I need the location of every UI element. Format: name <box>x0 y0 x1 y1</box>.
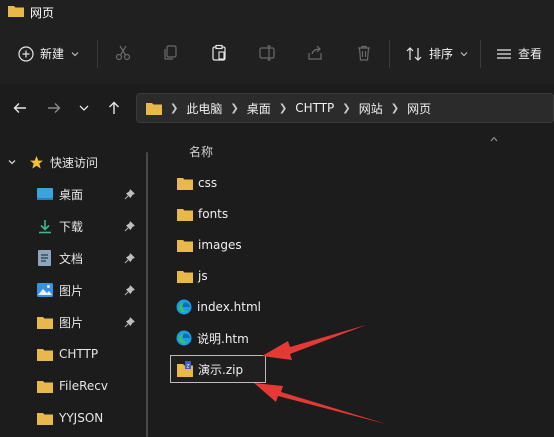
view-button[interactable]: 查看 <box>496 45 542 62</box>
star-icon <box>29 155 44 169</box>
file-row-yanshi-zip[interactable]: z 演示.zip <box>170 355 266 383</box>
view-label: 查看 <box>518 47 543 61</box>
file-name: js <box>198 269 208 283</box>
picture-icon <box>37 283 53 297</box>
download-icon <box>39 219 51 233</box>
file-row-fonts[interactable]: fonts <box>170 200 550 228</box>
up-arrow-icon[interactable] <box>106 100 122 116</box>
document-icon <box>38 250 51 266</box>
toolbar-divider <box>97 40 98 68</box>
pin-icon[interactable] <box>124 188 135 200</box>
sidebar-item-label: 图片 <box>59 315 84 330</box>
file-name: images <box>198 238 242 252</box>
file-row-js[interactable]: js <box>170 262 550 290</box>
sidebar-item-label: 快速访问 <box>50 155 99 170</box>
pin-icon[interactable] <box>124 316 135 328</box>
view-list-icon <box>497 48 511 59</box>
zip-icon: z <box>177 361 193 377</box>
folder-icon <box>37 348 53 361</box>
pin-icon[interactable] <box>124 284 135 296</box>
file-row-shuoming-htm[interactable]: 说明.htm <box>170 324 550 352</box>
share-icon[interactable] <box>306 44 324 62</box>
folder-icon <box>177 239 193 252</box>
new-label: 新建 <box>40 47 65 61</box>
file-name: fonts <box>198 207 229 221</box>
sort-ascending-icon <box>490 136 498 142</box>
folder-icon <box>177 270 193 283</box>
pin-icon[interactable] <box>124 220 135 232</box>
back-arrow-icon[interactable] <box>12 100 28 116</box>
sort-icon <box>406 46 422 61</box>
folder-icon <box>37 380 53 393</box>
toolbar-divider <box>480 40 481 68</box>
folder-icon <box>146 102 162 115</box>
breadcrumb-item[interactable]: CHTTP <box>295 101 334 115</box>
sidebar-item-quick-access[interactable]: 快速访问 <box>0 149 152 175</box>
sidebar-item-label: 下载 <box>59 219 84 234</box>
new-button[interactable]: 新建 <box>18 45 80 62</box>
folder-icon <box>37 316 53 329</box>
breadcrumb-item[interactable]: 此电脑 <box>186 100 222 117</box>
sort-label: 排序 <box>429 47 454 61</box>
address-bar[interactable]: ❯ 此电脑 ❯ 桌面 ❯ CHTTP ❯ 网站 ❯ 网页 <box>136 93 554 123</box>
pin-icon[interactable] <box>124 252 135 264</box>
sidebar-scrollbar[interactable] <box>146 152 148 437</box>
sidebar-item-label: 图片 <box>59 283 84 298</box>
folder-icon <box>177 208 193 221</box>
sidebar-item-filerecv[interactable]: FileRecv <box>0 373 152 399</box>
sidebar-item-label: 文档 <box>59 251 84 266</box>
sidebar-item-yyjson[interactable]: YYJSON <box>0 405 152 431</box>
copy-icon[interactable] <box>162 44 180 62</box>
forward-arrow-icon[interactable] <box>46 100 62 116</box>
chevron-right-icon: ❯ <box>278 102 288 114</box>
edge-icon <box>176 330 192 346</box>
delete-icon[interactable] <box>355 44 373 62</box>
sidebar-item-label: CHTTP <box>59 347 99 361</box>
sidebar-item-label: FileRecv <box>59 379 108 393</box>
sidebar-item-label: YYJSON <box>59 411 104 425</box>
chevron-down-icon <box>460 51 468 56</box>
sidebar-item-desktop[interactable]: 桌面 <box>0 181 152 207</box>
cut-icon[interactable] <box>114 44 132 62</box>
sidebar-item-pictures-folder[interactable]: 图片 <box>0 309 152 335</box>
title-bar <box>0 0 554 26</box>
file-name: 说明.htm <box>197 331 249 346</box>
file-row-index-html[interactable]: index.html <box>170 293 550 321</box>
column-header-name[interactable]: 名称 <box>189 143 213 160</box>
window-title: 网页 <box>30 6 55 20</box>
chevron-down-icon <box>8 160 16 165</box>
command-bar <box>0 26 554 85</box>
edge-icon <box>176 299 192 315</box>
chevron-right-icon: ❯ <box>342 102 351 114</box>
sidebar-item-downloads[interactable]: 下载 <box>0 213 152 239</box>
sidebar-item-chttp[interactable]: CHTTP <box>0 341 152 367</box>
folder-icon <box>177 177 193 190</box>
folder-icon <box>37 412 53 425</box>
toolbar-divider <box>389 40 390 68</box>
svg-text:z: z <box>186 363 189 370</box>
desktop-icon <box>37 187 53 200</box>
file-name: css <box>198 176 218 190</box>
chevron-right-icon: ❯ <box>230 102 239 114</box>
sidebar-item-label: 桌面 <box>59 187 84 202</box>
breadcrumb-item[interactable]: 网站 <box>359 100 383 117</box>
chevron-right-icon: ❯ <box>170 102 179 114</box>
chevron-right-icon: ❯ <box>390 102 400 114</box>
file-name: 演示.zip <box>198 362 244 377</box>
file-name: index.html <box>197 300 261 314</box>
breadcrumb-item[interactable]: 桌面 <box>247 100 271 117</box>
plus-circle-icon <box>18 45 34 62</box>
paste-icon[interactable] <box>210 44 228 62</box>
rename-icon[interactable] <box>258 44 276 62</box>
chevron-down-icon <box>71 51 79 56</box>
sidebar-item-pictures[interactable]: 图片 <box>0 277 152 303</box>
sidebar-item-documents[interactable]: 文档 <box>0 245 152 271</box>
file-row-css[interactable]: css <box>170 169 550 197</box>
sort-button[interactable]: 排序 <box>405 45 469 62</box>
navigation-pane: 快速访问 桌面 下载 文档 图片 图片 CHTTP FileRecv YYJSO… <box>0 140 152 437</box>
file-row-images[interactable]: images <box>170 231 550 259</box>
recent-chevron-down-icon[interactable] <box>78 102 90 114</box>
breadcrumb-item[interactable]: 网页 <box>407 100 431 117</box>
folder-icon <box>8 6 24 17</box>
